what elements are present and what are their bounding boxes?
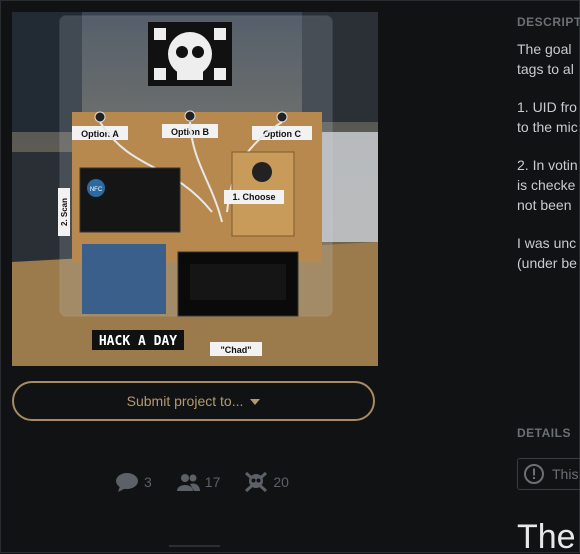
scan-label: 2. Scan: [60, 198, 69, 226]
skull-crossbones-icon: [245, 471, 268, 493]
comments-count: 3: [144, 474, 152, 490]
nfc-label: NFC: [90, 187, 103, 193]
project-photo[interactable]: Option A Option B Option C NFC 2. Scan 1…: [12, 12, 378, 366]
description-line: is checke: [517, 177, 576, 193]
description-line: 2. In votin: [517, 157, 578, 173]
details-heading: DETAILS: [517, 426, 571, 440]
description-line: not been: [517, 197, 572, 213]
description-line: 1. UID fro: [517, 99, 577, 115]
hackaday-skull-logo: [148, 22, 232, 86]
project-media-column: Option A Option B Option C NFC 2. Scan 1…: [1, 1, 396, 554]
submit-project-button[interactable]: Submit project to...: [12, 381, 375, 421]
comment-icon: [116, 473, 138, 492]
description-line: tags to al: [517, 61, 574, 77]
project-stats: 3 17 20: [115, 471, 313, 493]
description-line: (under be: [517, 255, 577, 271]
description-heading: DESCRIPTION: [517, 15, 580, 29]
option-a-label: Option A: [81, 129, 119, 139]
followers-icon: [176, 474, 200, 491]
followers-count: 17: [204, 474, 221, 490]
choose-label: 1. Choose: [232, 192, 275, 202]
project-details-column: DESCRIPTION The goal tags to al 1. UID f…: [396, 1, 580, 554]
hackaday-sign: HACK A DAY: [99, 334, 177, 349]
comments-stat[interactable]: 3: [115, 472, 152, 492]
skulls-stat[interactable]: 20: [244, 471, 289, 493]
skulls-count: 20: [273, 474, 289, 490]
section-title: The: [517, 518, 576, 554]
chad-label: "Chad": [220, 345, 251, 355]
submit-project-label: Submit project to...: [126, 393, 244, 409]
warning-icon: [524, 464, 544, 484]
details-notice: This: [517, 458, 580, 490]
followers-stat[interactable]: 17: [176, 473, 221, 491]
description-line: The goal: [517, 41, 572, 57]
description-line: I was unc: [517, 235, 577, 251]
divider: [169, 545, 220, 547]
description-body: The goal tags to al 1. UID fro to the mi…: [517, 39, 580, 291]
description-line: to the mic: [517, 119, 578, 135]
notice-text: This: [552, 466, 579, 482]
caret-down-icon: [250, 399, 261, 405]
